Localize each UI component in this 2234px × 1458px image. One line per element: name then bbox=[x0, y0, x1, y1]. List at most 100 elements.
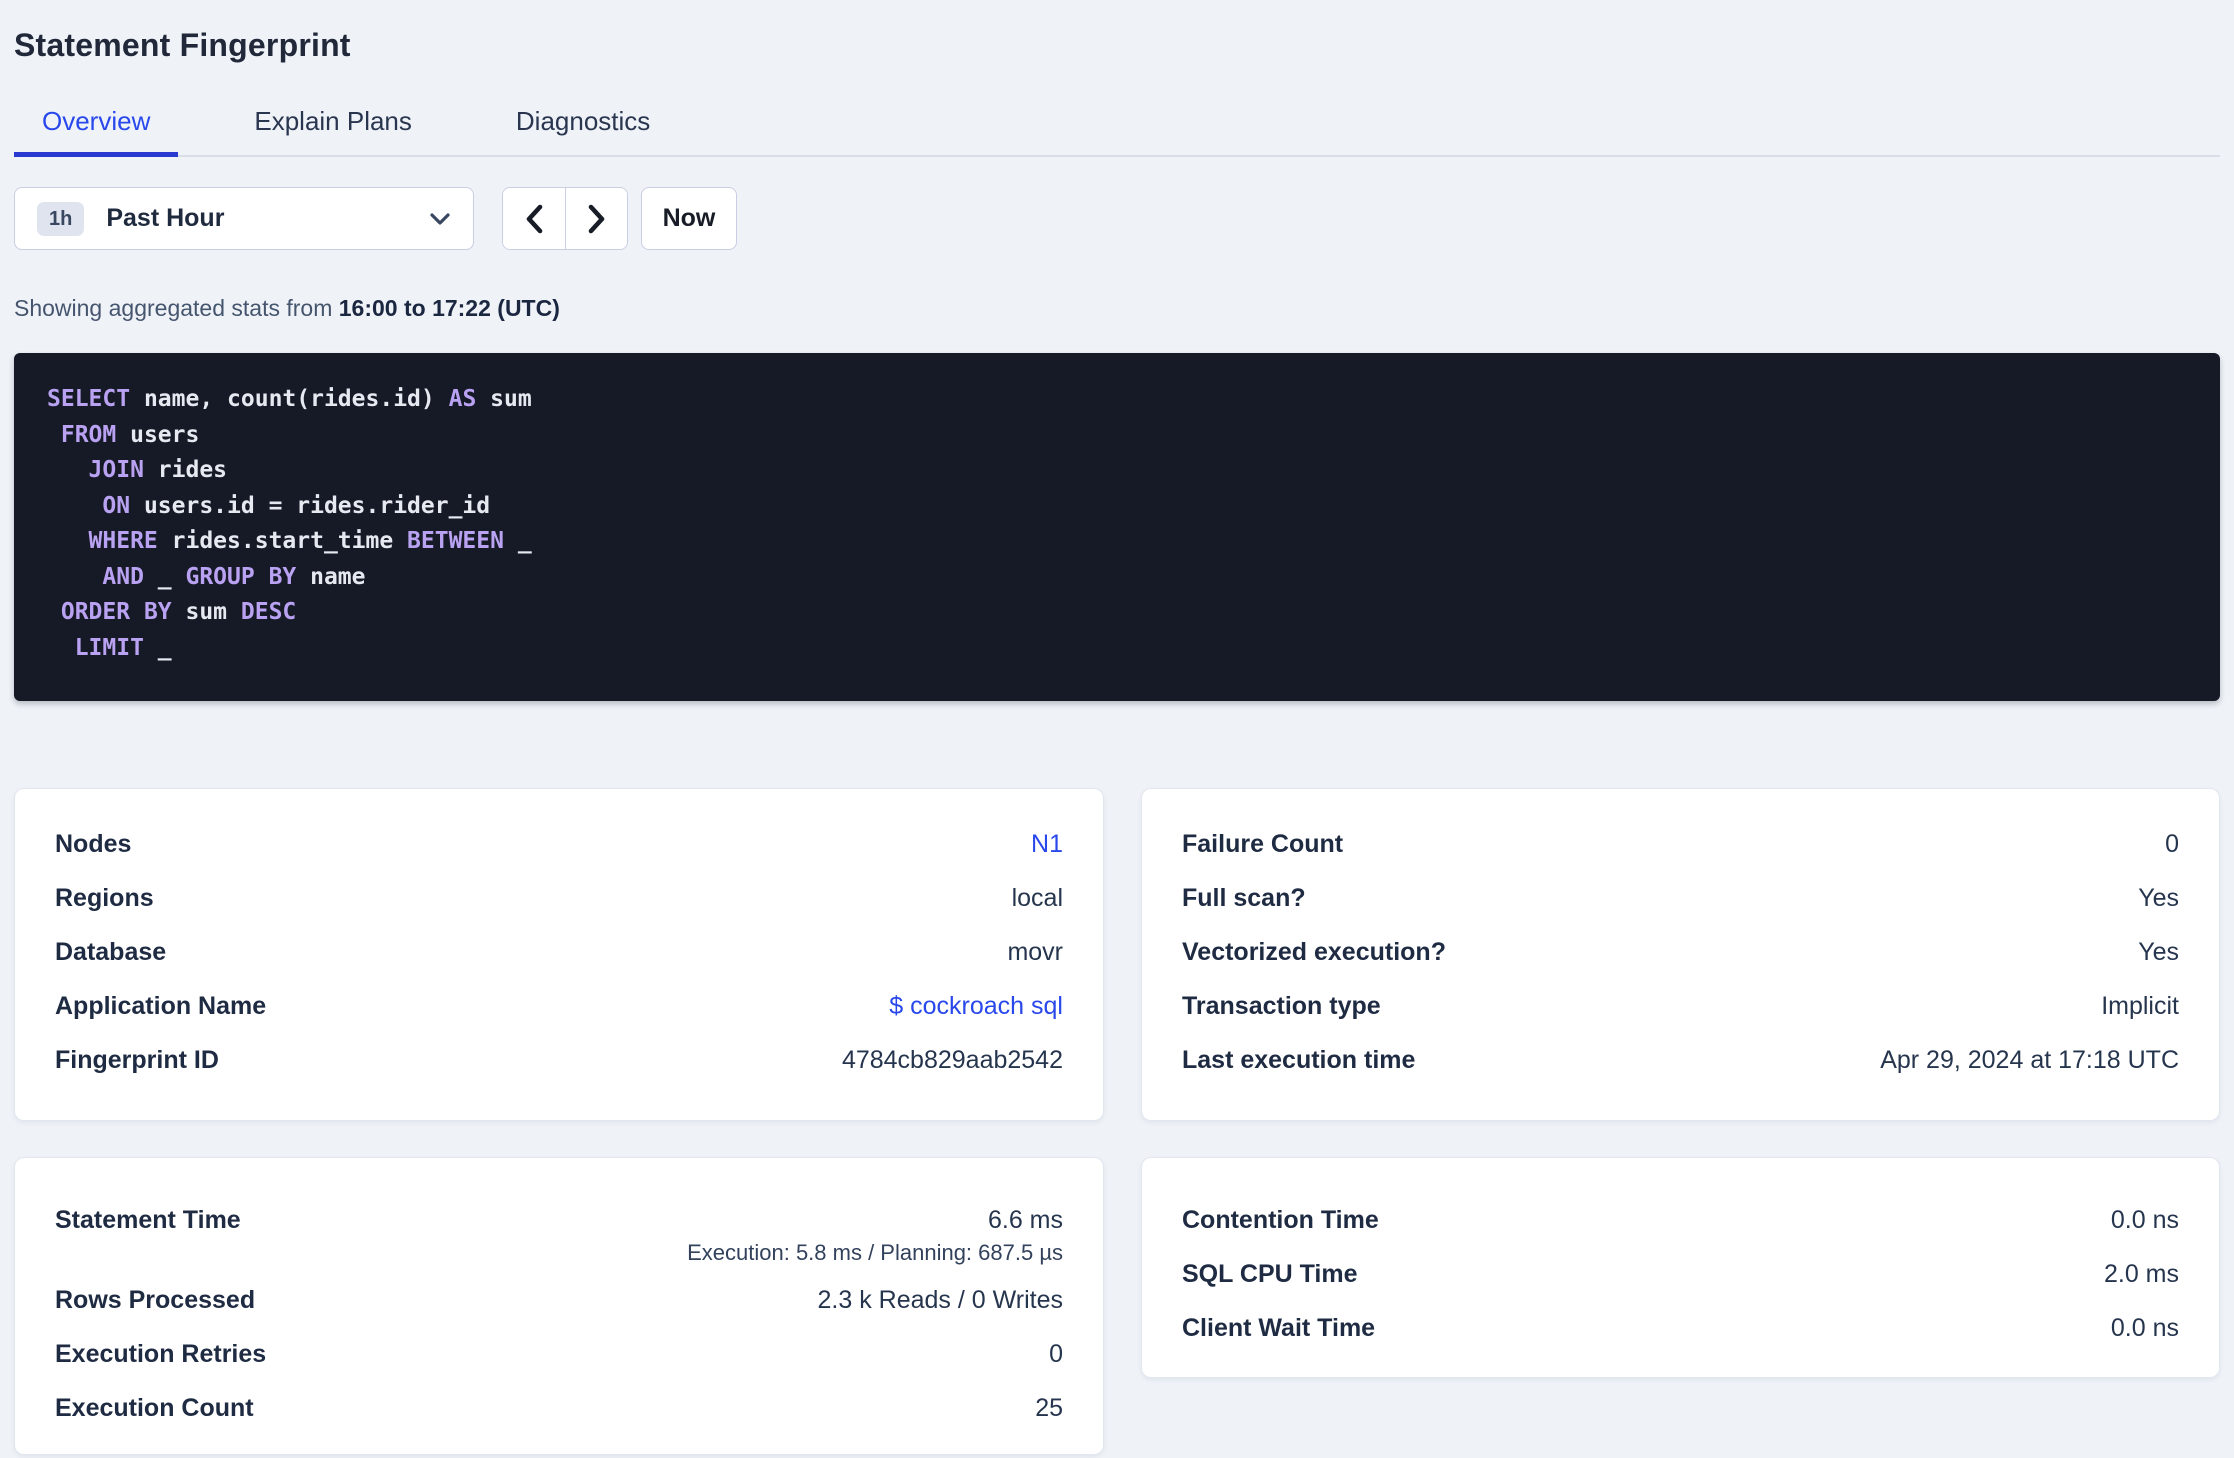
sql-keyword: FROM bbox=[60, 421, 117, 448]
now-button[interactable]: Now bbox=[641, 187, 737, 250]
sql-text: rides bbox=[143, 457, 228, 483]
tab-label: Diagnostics bbox=[515, 106, 651, 136]
sql-line: ON users.id = rides.rider_id bbox=[47, 489, 2187, 525]
row-value: 4784cb829aab2542 bbox=[841, 1045, 1063, 1074]
sql-text: users bbox=[116, 421, 200, 448]
tabs: Overview Explain Plans Diagnostics bbox=[14, 106, 2220, 157]
card-row: Execution Count 25 bbox=[55, 1381, 1063, 1435]
row-label: Regions bbox=[55, 883, 154, 912]
sql-keyword: WHERE bbox=[88, 528, 158, 554]
row-label: Rows Processed bbox=[55, 1285, 256, 1314]
row-value-link[interactable]: $ cockroach sql bbox=[889, 992, 1063, 1021]
row-value: Implicit bbox=[2101, 991, 2179, 1020]
sql-keyword: SELECT bbox=[47, 386, 131, 412]
row-value: movr bbox=[1007, 937, 1063, 966]
time-toolbar: 1h Past Hour Now bbox=[14, 187, 2220, 250]
sql-keyword: JOIN bbox=[88, 457, 144, 483]
row-label: Transaction type bbox=[1182, 991, 1381, 1020]
row-value: local bbox=[1011, 883, 1063, 912]
card-row: Fingerprint ID 4784cb829aab2542 bbox=[55, 1033, 1063, 1087]
sql-keyword: AND bbox=[102, 563, 144, 590]
row-value: 0.0 ns bbox=[2110, 1205, 2179, 1234]
page-title: Statement Fingerprint bbox=[14, 27, 351, 63]
sql-line: FROM users bbox=[47, 418, 2187, 454]
time-range-label: Past Hour bbox=[106, 204, 225, 232]
card-row: Statement Time 6.6 ms Execution: 5.8 ms /… bbox=[55, 1193, 1063, 1273]
statement-attributes-card: Nodes N1 Regions local Database movr App… bbox=[14, 788, 1104, 1121]
row-label: Statement Time bbox=[55, 1206, 241, 1234]
row-value: 6.6 ms bbox=[987, 1206, 1063, 1234]
aggregation-caption-prefix: Showing aggregated stats from bbox=[14, 295, 339, 321]
sql-keyword: DESC bbox=[240, 599, 297, 625]
next-time-window-button[interactable] bbox=[565, 188, 627, 249]
sql-text: name, count(rides.id) bbox=[130, 386, 449, 412]
row-label: Application Name bbox=[55, 991, 267, 1020]
row-value: 0 bbox=[1049, 1339, 1063, 1368]
row-label: Contention Time bbox=[1182, 1205, 1379, 1234]
sql-statement-box: SELECT name, count(rides.id) AS sum FROM… bbox=[14, 353, 2220, 701]
time-range-dropdown[interactable]: 1h Past Hour bbox=[14, 187, 474, 250]
row-value-link[interactable]: N1 bbox=[1031, 830, 1063, 859]
summary-cards: Nodes N1 Regions local Database movr App… bbox=[14, 788, 2220, 1455]
sql-text: _ bbox=[143, 634, 172, 661]
previous-time-window-button[interactable] bbox=[503, 188, 565, 249]
sql-line: AND _ GROUP BY name bbox=[47, 560, 2187, 596]
card-row: Transaction type Implicit bbox=[1182, 979, 2179, 1033]
row-label: Nodes bbox=[55, 829, 132, 858]
card-row: Last execution time Apr 29, 2024 at 17:1… bbox=[1182, 1033, 2179, 1087]
sql-text: name bbox=[296, 563, 366, 590]
card-row: Failure Count 0 bbox=[1182, 817, 2179, 871]
sql-line: JOIN rides bbox=[47, 453, 2187, 489]
tab-overview[interactable]: Overview bbox=[14, 106, 179, 157]
sql-text: sum bbox=[171, 599, 241, 625]
sql-text: rides.start_time bbox=[157, 528, 408, 554]
row-value: 0 bbox=[2165, 829, 2179, 858]
sql-keyword: GROUP BY bbox=[185, 563, 297, 590]
sql-keyword: LIMIT bbox=[74, 634, 144, 661]
sql-code: SELECT name, count(rides.id) AS sum FROM… bbox=[47, 382, 2187, 666]
aggregation-caption-range: 16:00 to 17:22 (UTC) bbox=[338, 295, 560, 321]
time-nav-group bbox=[502, 187, 628, 250]
row-label: Execution Retries bbox=[55, 1339, 267, 1368]
row-value: 0.0 ns bbox=[2110, 1313, 2179, 1342]
interval-badge: 1h bbox=[37, 201, 85, 236]
sql-line: ORDER BY sum DESC bbox=[47, 595, 2187, 631]
row-value: Apr 29, 2024 at 17:18 UTC bbox=[1880, 1045, 2179, 1074]
row-label: Fingerprint ID bbox=[55, 1045, 219, 1074]
row-label: Last execution time bbox=[1182, 1045, 1416, 1074]
card-row: Regions local bbox=[55, 871, 1063, 925]
card-row: Client Wait Time 0.0 ns bbox=[1182, 1301, 2179, 1355]
row-value: 25 bbox=[1035, 1393, 1063, 1422]
row-value: Yes bbox=[2138, 883, 2179, 912]
row-value: Yes bbox=[2138, 937, 2179, 966]
sql-text: _ bbox=[143, 563, 186, 590]
card-row: Rows Processed 2.3 k Reads / 0 Writes bbox=[55, 1273, 1063, 1327]
row-label: SQL CPU Time bbox=[1182, 1259, 1358, 1288]
card-row: Execution Retries 0 bbox=[55, 1327, 1063, 1381]
card-row: SQL CPU Time 2.0 ms bbox=[1182, 1247, 2179, 1301]
row-label: Execution Count bbox=[55, 1393, 254, 1422]
card-row: Full scan? Yes bbox=[1182, 871, 2179, 925]
tab-diagnostics[interactable]: Diagnostics bbox=[488, 106, 678, 157]
card-row: Contention Time 0.0 ns bbox=[1182, 1193, 2179, 1247]
sql-text: _ bbox=[503, 528, 532, 554]
tab-explain-plans[interactable]: Explain Plans bbox=[226, 106, 440, 157]
sql-keyword: ORDER BY bbox=[60, 599, 172, 625]
row-label: Failure Count bbox=[1182, 829, 1344, 858]
card-row: Vectorized execution? Yes bbox=[1182, 925, 2179, 979]
statement-fingerprint-page: Statement Fingerprint Overview Explain P… bbox=[0, 26, 2234, 1458]
sql-keyword: ON bbox=[102, 492, 131, 519]
row-label: Full scan? bbox=[1182, 883, 1306, 912]
sql-keyword: AS bbox=[448, 386, 477, 412]
tab-label: Explain Plans bbox=[254, 106, 412, 136]
aggregation-caption: Showing aggregated stats from 16:00 to 1… bbox=[14, 294, 2220, 322]
execution-attributes-card: Failure Count 0 Full scan? Yes Vectorize… bbox=[1141, 788, 2220, 1121]
sql-line: WHERE rides.start_time BETWEEN _ bbox=[47, 524, 2187, 560]
row-label: Client Wait Time bbox=[1182, 1313, 1376, 1342]
